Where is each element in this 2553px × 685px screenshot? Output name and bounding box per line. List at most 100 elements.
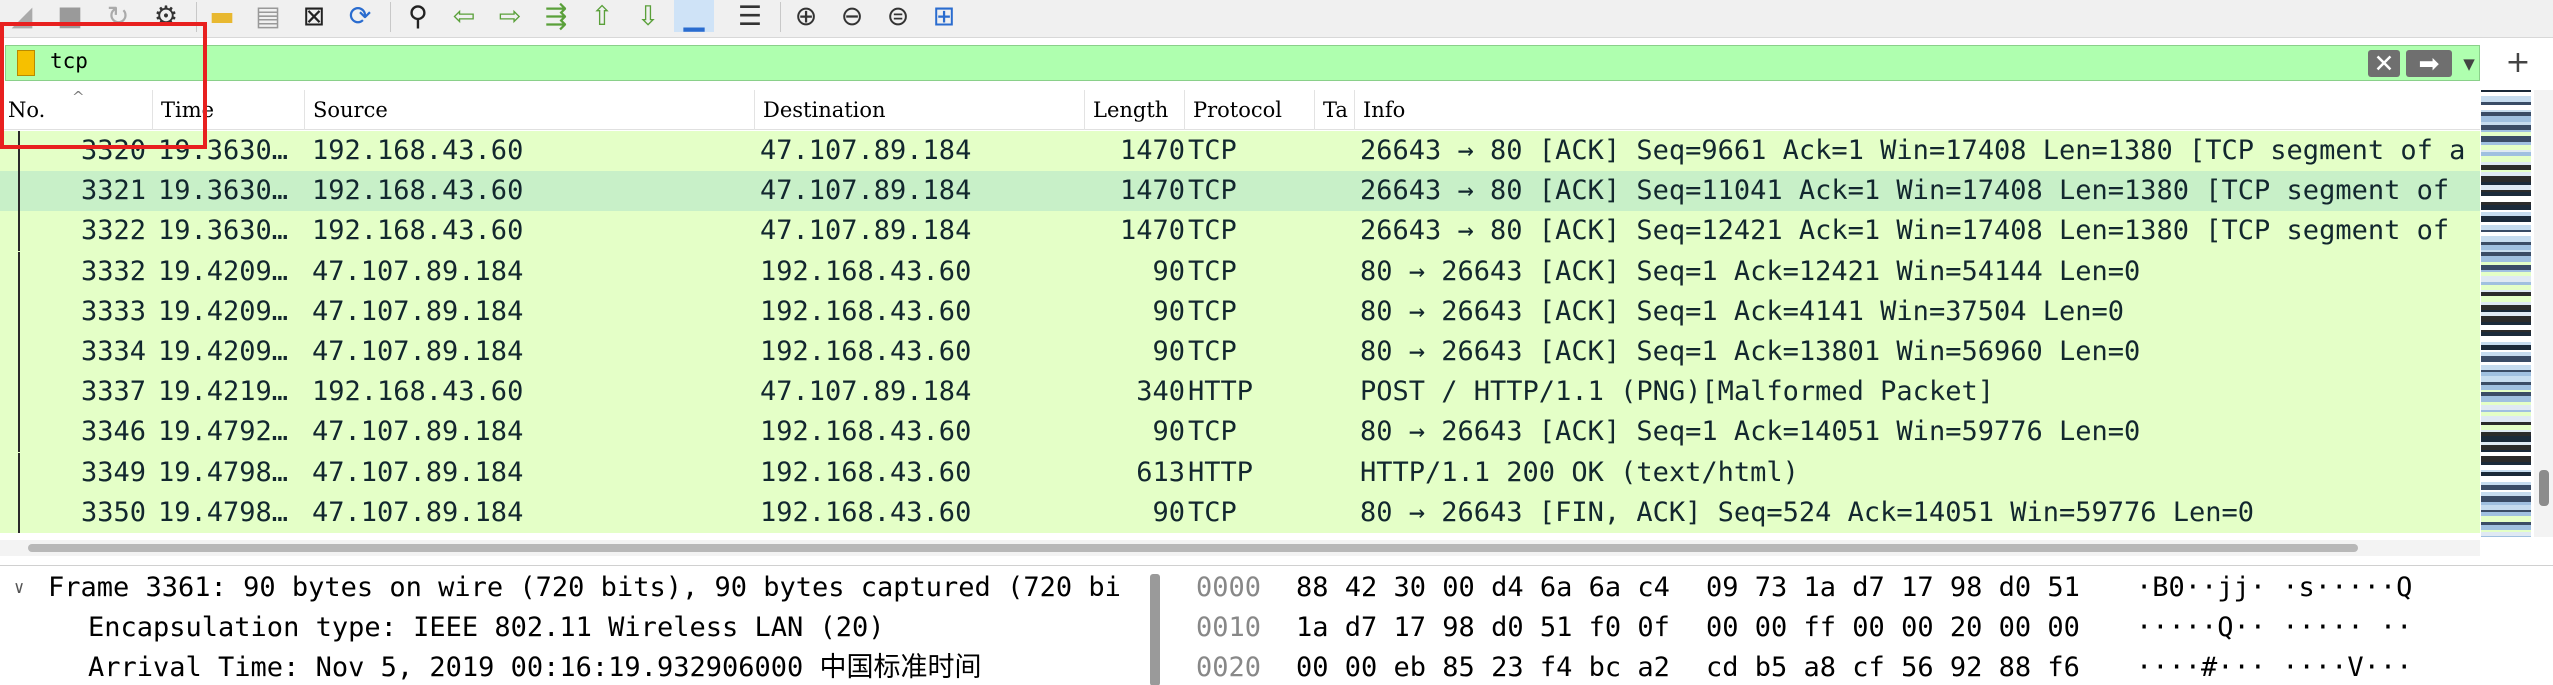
restart-icon[interactable]: ↻ <box>98 0 138 32</box>
cell-source: 47.107.89.184 <box>312 496 524 528</box>
cell-time: 19.4219… <box>158 376 289 408</box>
cell-source: 192.168.43.60 <box>312 376 524 408</box>
zoom-out-icon[interactable]: ⊖ <box>832 0 872 32</box>
column-header-destination[interactable]: Destination <box>754 90 1084 130</box>
cell-protocol: TCP <box>1188 255 1237 287</box>
go-back-icon[interactable]: ⇦ <box>444 0 484 32</box>
resize-columns-icon[interactable]: ⊞ <box>924 0 964 32</box>
column-header-protocol[interactable]: Protocol <box>1184 90 1314 130</box>
hex-offset: 0010 <box>1196 612 1262 643</box>
table-row[interactable]: 3332 19.4209… 47.107.89.184 192.168.43.6… <box>0 251 2480 292</box>
column-header-no[interactable]: No. ^ <box>0 90 152 130</box>
table-row[interactable]: 3346 19.4792… 47.107.89.184 192.168.43.6… <box>0 412 2480 453</box>
packet-list-horizontal-scrollbar[interactable] <box>0 540 2480 556</box>
cell-info: 26643 → 80 [ACK] Seq=11041 Ack=1 Win=174… <box>1360 175 2450 207</box>
display-filter-input[interactable]: tcp ✕ ➡ ▼ <box>5 45 2480 81</box>
cell-protocol: TCP <box>1188 295 1237 327</box>
save-file-icon[interactable]: ▤ <box>248 0 288 32</box>
cell-no: 3350 <box>80 496 146 528</box>
find-icon[interactable]: ⚲ <box>398 0 438 32</box>
cell-no: 3333 <box>80 295 146 327</box>
chevron-down-icon[interactable]: ▼ <box>2457 52 2481 76</box>
cell-length: 90 <box>1152 295 1185 327</box>
hex-ascii: ·····Q·· ····· ·· <box>2136 612 2413 643</box>
cell-destination: 192.168.43.60 <box>760 335 972 367</box>
reload-icon[interactable]: ⟳ <box>340 0 380 32</box>
close-file-icon[interactable]: ⊠ <box>294 0 334 32</box>
cell-no: 3337 <box>80 376 146 408</box>
zoom-in-icon[interactable]: ⊕ <box>786 0 826 32</box>
open-folder-icon[interactable]: ▬ <box>202 0 242 32</box>
packet-minimap[interactable] <box>2481 90 2531 537</box>
main-toolbar: ◢ ■ ↻ ⚙ ▬ ▤ ⊠ ⟳ ⚲ ⇦ ⇨ ⇶ ⇧ ⇩ ▁ ☰ ⊕ ⊖ ⊜ ⊞ <box>0 0 2553 38</box>
packet-list-vertical-scrollbar[interactable] <box>2534 90 2553 537</box>
packet-bytes-pane[interactable]: 0000 88 42 30 00 d4 6a 6a c4 09 73 1a d7… <box>1176 566 2553 685</box>
hex-offset: 0020 <box>1196 652 1262 683</box>
colorize-icon[interactable]: ☰ <box>730 0 770 32</box>
chevron-down-icon[interactable]: ∨ <box>14 568 24 608</box>
cell-info: 26643 → 80 [ACK] Seq=12421 Ack=1 Win=174… <box>1360 215 2450 247</box>
stop-icon[interactable]: ■ <box>50 0 90 32</box>
cell-destination: 192.168.43.60 <box>760 456 972 488</box>
cell-no: 3320 <box>80 135 146 166</box>
column-header-info[interactable]: Info <box>1354 90 2480 130</box>
cell-time: 19.4209… <box>158 255 289 287</box>
options-icon[interactable]: ⚙ <box>146 0 186 32</box>
cell-source: 47.107.89.184 <box>312 295 524 327</box>
bookmark-icon[interactable] <box>17 50 35 76</box>
clear-filter-button[interactable]: ✕ <box>2368 50 2400 77</box>
apply-filter-button[interactable]: ➡ <box>2406 50 2452 77</box>
table-row[interactable]: 3337 19.4219… 192.168.43.60 47.107.89.18… <box>0 372 2480 413</box>
autoscroll-icon[interactable]: ▁ <box>674 0 714 32</box>
tree-item-arrival-time[interactable]: Arrival Time: Nov 5, 2019 00:16:19.93290… <box>88 648 982 685</box>
column-header-time[interactable]: Time <box>152 90 304 130</box>
cell-no: 3334 <box>80 335 146 367</box>
table-row[interactable]: 3321 19.3630… 192.168.43.60 47.107.89.18… <box>0 171 2480 212</box>
zoom-reset-icon[interactable]: ⊜ <box>878 0 918 32</box>
cell-source: 47.107.89.184 <box>312 255 524 287</box>
table-row[interactable]: 3320 19.3630… 192.168.43.60 47.107.89.18… <box>0 131 2480 172</box>
go-to-packet-icon[interactable]: ⇶ <box>536 0 576 32</box>
table-row[interactable]: 3334 19.4209… 47.107.89.184 192.168.43.6… <box>0 331 2480 373</box>
go-first-icon[interactable]: ⇧ <box>582 0 622 32</box>
cell-source: 47.107.89.184 <box>312 456 524 488</box>
cell-protocol: TCP <box>1188 496 1237 528</box>
cell-length: 90 <box>1152 496 1185 528</box>
cell-length: 613 <box>1136 456 1185 488</box>
add-filter-button[interactable]: + <box>2500 45 2536 81</box>
go-forward-icon[interactable]: ⇨ <box>490 0 530 32</box>
details-scrollbar-thumb[interactable] <box>1150 574 1160 685</box>
packet-list[interactable]: No. ^ Time Source Destination Length Pro… <box>0 90 2480 537</box>
cell-time: 19.3630… <box>158 215 289 247</box>
scrollbar-thumb[interactable] <box>2539 470 2549 506</box>
cell-time: 19.3630… <box>158 175 289 207</box>
hex-bytes: cd b5 a8 cf 56 92 88 f6 <box>1706 652 2080 683</box>
hex-bytes: 1a d7 17 98 d0 51 f0 0f <box>1296 612 1670 643</box>
shark-fin-icon[interactable]: ◢ <box>2 0 42 32</box>
cell-source: 47.107.89.184 <box>312 335 524 367</box>
cell-no: 3346 <box>80 416 146 448</box>
filter-text[interactable]: tcp <box>50 49 88 73</box>
table-row[interactable]: 3333 19.4209… 47.107.89.184 192.168.43.6… <box>0 291 2480 332</box>
cell-info: POST / HTTP/1.1 (PNG)[Malformed Packet] <box>1360 376 1994 408</box>
packet-details-pane[interactable]: ∨ Frame 3361: 90 bytes on wire (720 bits… <box>0 566 1168 685</box>
column-header-length[interactable]: Length <box>1084 90 1184 130</box>
tree-item-label: Frame 3361: 90 bytes on wire (720 bits),… <box>48 572 1121 603</box>
tree-item-encapsulation[interactable]: Encapsulation type: IEEE 802.11 Wireless… <box>88 608 885 648</box>
cell-source: 192.168.43.60 <box>312 175 524 207</box>
cell-destination: 47.107.89.184 <box>760 135 972 166</box>
toolbar-separator <box>196 2 197 32</box>
go-last-icon[interactable]: ⇩ <box>628 0 668 32</box>
column-header-source[interactable]: Source <box>304 90 754 130</box>
cell-destination: 47.107.89.184 <box>760 376 972 408</box>
table-row[interactable]: 3349 19.4798… 47.107.89.184 192.168.43.6… <box>0 452 2480 493</box>
scrollbar-thumb[interactable] <box>28 544 2358 552</box>
table-row[interactable]: 3322 19.3630… 192.168.43.60 47.107.89.18… <box>0 211 2480 252</box>
column-header-ta[interactable]: Ta <box>1314 90 1354 130</box>
minimap-stripe <box>2481 536 2531 537</box>
cell-info: 80 → 26643 [ACK] Seq=1 Ack=13801 Win=569… <box>1360 335 2141 367</box>
hex-bytes: 00 00 eb 85 23 f4 bc a2 <box>1296 652 1670 683</box>
cell-source: 47.107.89.184 <box>312 416 524 448</box>
cell-no: 3349 <box>80 456 146 488</box>
table-row[interactable]: 3350 19.4798… 47.107.89.184 192.168.43.6… <box>0 492 2480 533</box>
